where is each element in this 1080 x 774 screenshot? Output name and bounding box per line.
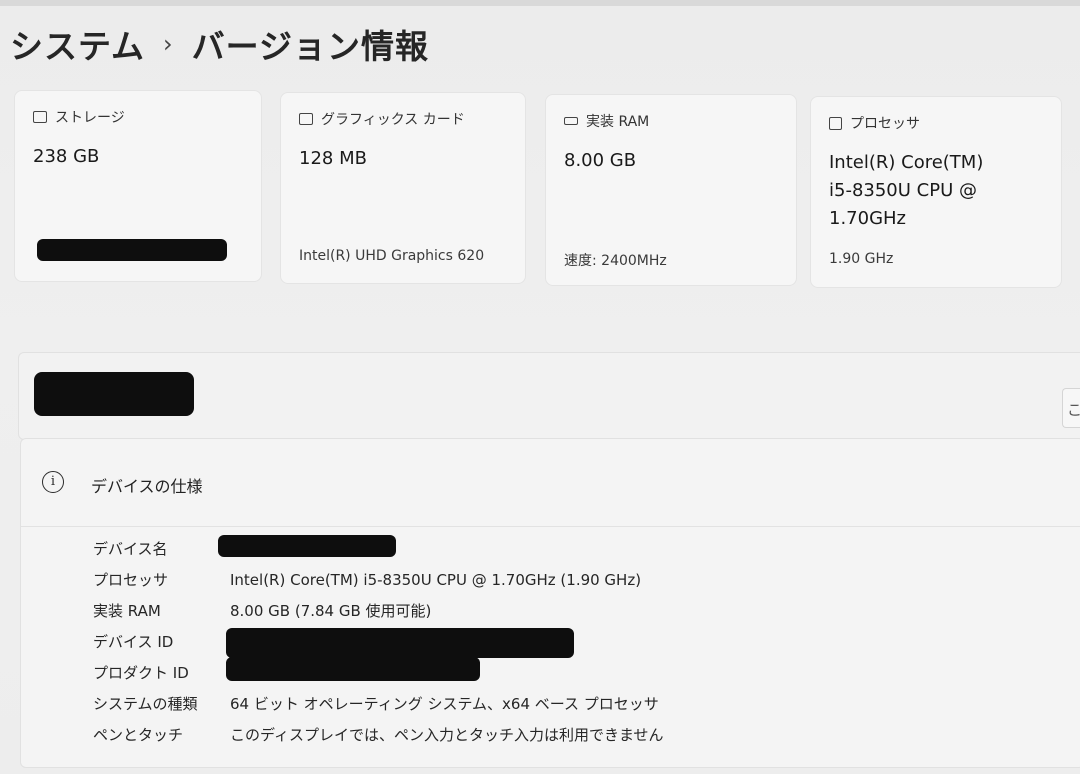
- processor-card-header: プロセッサ: [829, 113, 920, 133]
- redacted-storage-detail: [37, 239, 227, 261]
- graphics-value: 128 MB: [299, 148, 367, 169]
- processor-card: プロセッサ Intel(R) Core(TM) i5-8350U CPU @ 1…: [810, 96, 1062, 288]
- spec-key: デバイス名: [93, 540, 168, 558]
- ram-value: 8.00 GB: [564, 150, 637, 171]
- device-specifications-section: i デバイスの仕様 デバイス名 プロセッサ Intel(R) Core(TM) …: [20, 438, 1080, 768]
- processor-value-line: i5-8350U CPU @: [829, 180, 977, 201]
- graphics-model: Intel(R) UHD Graphics 620: [299, 248, 485, 264]
- storage-icon: [33, 111, 47, 123]
- spec-key: プロダクト ID: [93, 664, 189, 682]
- spec-value: 64 ビット オペレーティング システム、x64 ベース プロセッサ: [230, 695, 659, 713]
- processor-value-line: Intel(R) Core(TM): [829, 152, 984, 173]
- storage-card-header: ストレージ: [33, 107, 125, 127]
- spec-key: プロセッサ: [93, 571, 169, 589]
- monitor-icon: [299, 113, 313, 125]
- memory-icon: [564, 117, 578, 125]
- breadcrumb: システム › バージョン情報: [10, 20, 429, 68]
- ram-card: 実装 RAM 8.00 GB 速度: 2400MHz: [545, 94, 797, 286]
- graphics-label: グラフィックス カード: [321, 112, 465, 128]
- breadcrumb-separator-icon: ›: [163, 30, 174, 58]
- redacted-device-name-value: [218, 535, 396, 557]
- graphics-card-header: グラフィックス カード: [299, 109, 465, 129]
- spec-row-pen-touch: ペンとタッチ このディスプレイでは、ペン入力とタッチ入力は利用できません: [93, 719, 664, 750]
- spec-key: デバイス ID: [93, 633, 174, 651]
- storage-value: 238 GB: [33, 146, 100, 167]
- rename-button[interactable]: こ: [1062, 388, 1080, 428]
- spec-value: このディスプレイでは、ペン入力とタッチ入力は利用できません: [230, 726, 664, 744]
- spec-key: 実装 RAM: [93, 602, 161, 620]
- device-specifications-title: デバイスの仕様: [91, 477, 203, 496]
- spec-row-system-type: システムの種類 64 ビット オペレーティング システム、x64 ベース プロセ…: [93, 688, 664, 719]
- ram-speed: 速度: 2400MHz: [564, 253, 667, 269]
- processor-label: プロセッサ: [850, 116, 920, 132]
- info-icon: i: [42, 471, 64, 493]
- processor-value-line: 1.70GHz: [829, 208, 907, 229]
- breadcrumb-parent[interactable]: システム: [10, 20, 145, 68]
- device-specifications-header[interactable]: i デバイスの仕様: [21, 439, 1080, 527]
- spec-row-processor: プロセッサ Intel(R) Core(TM) i5-8350U CPU @ 1…: [93, 564, 664, 595]
- ram-label: 実装 RAM: [586, 114, 650, 130]
- redacted-device-id-value: [226, 628, 574, 658]
- redacted-device-name: [34, 372, 194, 416]
- spec-key: ペンとタッチ: [93, 726, 184, 744]
- top-edge: [0, 0, 1080, 6]
- processor-value: Intel(R) Core(TM) i5-8350U CPU @ 1.70GHz: [829, 149, 983, 233]
- processor-icon: [829, 116, 842, 130]
- processor-speed: 1.90 GHz: [829, 251, 894, 267]
- ram-card-header: 実装 RAM: [564, 111, 649, 131]
- storage-card: ストレージ 238 GB: [14, 90, 262, 282]
- redacted-product-id-value: [226, 657, 480, 681]
- spec-value: 8.00 GB (7.84 GB 使用可能): [230, 602, 432, 620]
- spec-row-ram: 実装 RAM 8.00 GB (7.84 GB 使用可能): [93, 595, 664, 626]
- graphics-card: グラフィックス カード 128 MB Intel(R) UHD Graphics…: [280, 92, 526, 284]
- storage-label: ストレージ: [55, 110, 125, 126]
- spec-value: Intel(R) Core(TM) i5-8350U CPU @ 1.70GHz…: [230, 570, 642, 589]
- page-title: バージョン情報: [191, 27, 429, 66]
- spec-key: システムの種類: [93, 695, 198, 713]
